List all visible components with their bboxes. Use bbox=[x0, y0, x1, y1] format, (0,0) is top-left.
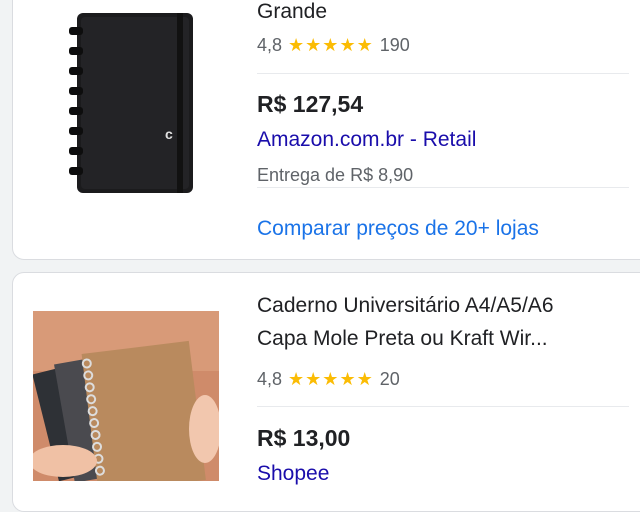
product-card-1[interactable]: c Grande 4,8 ★★★★★ 190 R$ 127,54 Amazon.… bbox=[12, 0, 640, 260]
kraft-notebooks-image bbox=[29, 311, 221, 494]
rating-value: 4,8 bbox=[257, 35, 283, 55]
title-line-1: Caderno Universitário A4/A5/A6 bbox=[257, 294, 554, 317]
product-price: R$ 13,00 bbox=[257, 425, 351, 451]
product-image-kraft-notebooks[interactable] bbox=[29, 311, 221, 494]
star-rating-icon: ★★★★★ bbox=[288, 369, 374, 389]
seller-link[interactable]: Shopee bbox=[257, 462, 329, 486]
compare-prices-link[interactable]: Comparar preços de 20+ lojas bbox=[257, 217, 539, 241]
rating-value: 4,8 bbox=[257, 369, 283, 389]
divider bbox=[257, 406, 629, 407]
delivery-fee: Entrega de R$ 8,90 bbox=[257, 165, 414, 185]
title-line-2: Capa Mole Preta ou Kraft Wir... bbox=[257, 327, 548, 350]
product-title[interactable]: Caderno Universitário A4/A5/A6 Capa Mole… bbox=[257, 289, 635, 355]
product-image-notebook[interactable]: c bbox=[53, 7, 203, 197]
product-price: R$ 127,54 bbox=[257, 91, 364, 117]
seller-link[interactable]: Amazon.com.br - Retail bbox=[257, 128, 476, 152]
review-count: 20 bbox=[379, 369, 400, 389]
product-rating: 4,8 ★★★★★ 190 bbox=[257, 35, 410, 56]
svg-text:c: c bbox=[165, 126, 173, 142]
product-card-2[interactable]: Caderno Universitário A4/A5/A6 Capa Mole… bbox=[12, 272, 640, 512]
review-count: 190 bbox=[379, 35, 410, 55]
product-title[interactable]: Grande bbox=[257, 0, 635, 28]
star-rating-icon: ★★★★★ bbox=[288, 35, 374, 55]
divider bbox=[257, 73, 629, 74]
black-notebook-image: c bbox=[53, 7, 203, 197]
product-rating: 4,8 ★★★★★ 20 bbox=[257, 369, 400, 390]
divider bbox=[257, 187, 629, 188]
